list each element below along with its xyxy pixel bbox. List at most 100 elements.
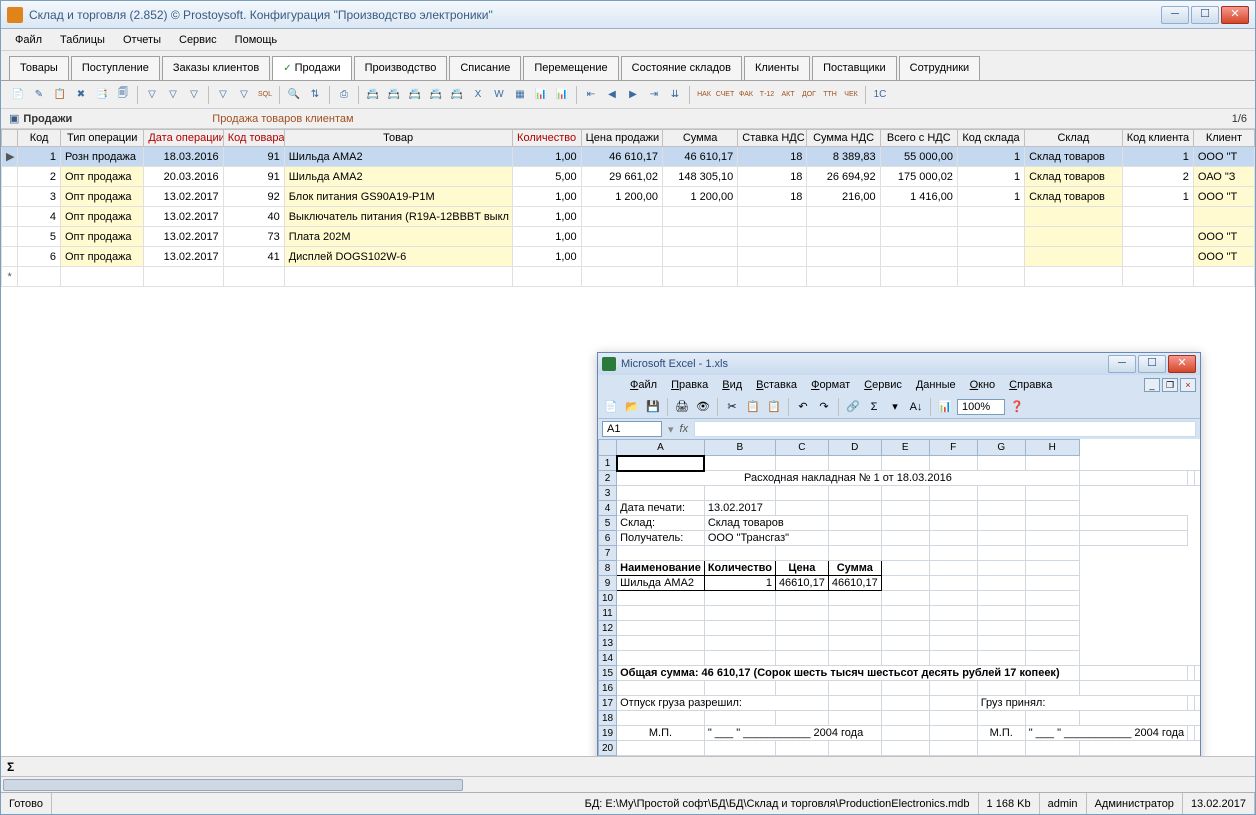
toolbar-🗐-icon[interactable]: 🗐 xyxy=(114,86,132,104)
menu-Таблицы[interactable]: Таблицы xyxy=(52,31,113,49)
close-button[interactable]: ✕ xyxy=(1221,6,1249,24)
excel-tool-💾-icon[interactable]: 💾 xyxy=(644,398,662,416)
col-Склад[interactable]: Склад xyxy=(1025,130,1123,147)
toolbar-📑-icon[interactable]: 📑 xyxy=(93,86,111,104)
toolbar-X-icon[interactable]: X xyxy=(469,86,487,104)
tab-Поставщики[interactable]: Поставщики xyxy=(812,56,897,80)
sales-grid[interactable]: КодТип операцииДата операцииКод товараТо… xyxy=(1,129,1255,287)
col-Ставка НДС[interactable]: Ставка НДС xyxy=(738,130,807,147)
excel-maximize-button[interactable]: ☐ xyxy=(1138,355,1166,373)
col-Клиент[interactable]: Клиент xyxy=(1193,130,1254,147)
excel-menu-Справка[interactable]: Справка xyxy=(1002,377,1059,393)
tab-Клиенты[interactable]: Клиенты xyxy=(744,56,810,80)
excel-menu-Правка[interactable]: Правка xyxy=(664,377,715,393)
excel-menu-Данные[interactable]: Данные xyxy=(909,377,963,393)
toolbar-⇥-icon[interactable]: ⇥ xyxy=(645,86,663,104)
tab-Продажи[interactable]: Продажи xyxy=(272,56,351,80)
excel-mdi-close[interactable]: × xyxy=(1180,378,1196,392)
toolbar-⇅-icon[interactable]: ⇅ xyxy=(306,86,324,104)
excel-zoom[interactable]: 100% xyxy=(957,399,1005,415)
toolbar-▽-icon[interactable]: ▽ xyxy=(143,86,161,104)
excel-menu-Сервис[interactable]: Сервис xyxy=(857,377,909,393)
excel-mdi-restore[interactable]: ❐ xyxy=(1162,378,1178,392)
expand-icon[interactable]: ▣ xyxy=(9,112,19,125)
col-Сумма НДС[interactable]: Сумма НДС xyxy=(807,130,880,147)
tab-Заказы клиентов[interactable]: Заказы клиентов xyxy=(162,56,270,80)
toolbar-ФАК-icon[interactable]: ФАК xyxy=(737,86,755,104)
excel-tool-📊-icon[interactable]: 📊 xyxy=(936,398,954,416)
table-row[interactable]: 3Опт продажа13.02.201792Блок питания GS9… xyxy=(2,187,1255,207)
col-mark[interactable] xyxy=(2,130,18,147)
col-Дата операции[interactable]: Дата операции xyxy=(144,130,223,147)
table-row[interactable]: ▶1Розн продажа18.03.201691Шильда AMA21,0… xyxy=(2,147,1255,167)
tab-Поступление[interactable]: Поступление xyxy=(71,56,160,80)
grid-scrollbar[interactable] xyxy=(1,776,1255,792)
col-Цена продажи[interactable]: Цена продажи xyxy=(581,130,662,147)
excel-tool-A↓-icon[interactable]: A↓ xyxy=(907,398,925,416)
tab-Производство[interactable]: Производство xyxy=(354,56,448,80)
toolbar-📋-icon[interactable]: 📋 xyxy=(51,86,69,104)
toolbar-ТТН-icon[interactable]: ТТН xyxy=(821,86,839,104)
toolbar-⇊-icon[interactable]: ⇊ xyxy=(666,86,684,104)
toolbar-SQL-icon[interactable]: SQL xyxy=(256,86,274,104)
tab-Списание[interactable]: Списание xyxy=(449,56,521,80)
excel-tool-📂-icon[interactable]: 📂 xyxy=(623,398,641,416)
menu-Файл[interactable]: Файл xyxy=(7,31,50,49)
toolbar-📄-icon[interactable]: 📄 xyxy=(9,86,27,104)
maximize-button[interactable]: ☐ xyxy=(1191,6,1219,24)
excel-menu-Окно[interactable]: Окно xyxy=(963,377,1003,393)
toolbar-▽-icon[interactable]: ▽ xyxy=(214,86,232,104)
toolbar-⇤-icon[interactable]: ⇤ xyxy=(582,86,600,104)
col-Сумма[interactable]: Сумма xyxy=(663,130,738,147)
toolbar-◀-icon[interactable]: ◀ xyxy=(603,86,621,104)
toolbar-▦-icon[interactable]: ▦ xyxy=(511,86,529,104)
toolbar-ЧЕК-icon[interactable]: ЧЕК xyxy=(842,86,860,104)
excel-menu-Вид[interactable]: Вид xyxy=(715,377,749,393)
toolbar-НАК-icon[interactable]: НАК xyxy=(695,86,713,104)
excel-tool-Σ-icon[interactable]: Σ xyxy=(865,398,883,416)
excel-tool-👁-icon[interactable]: 👁 xyxy=(694,398,712,416)
excel-tool-✂-icon[interactable]: ✂ xyxy=(723,398,741,416)
col-Тип операции[interactable]: Тип операции xyxy=(60,130,143,147)
col-Количество[interactable]: Количество xyxy=(512,130,581,147)
toolbar-✖-icon[interactable]: ✖ xyxy=(72,86,90,104)
minimize-button[interactable]: ─ xyxy=(1161,6,1189,24)
toolbar-1C-icon[interactable]: 1C xyxy=(871,86,889,104)
excel-tool-📄-icon[interactable]: 📄 xyxy=(602,398,620,416)
toolbar-✎-icon[interactable]: ✎ xyxy=(30,86,48,104)
excel-formula-input[interactable] xyxy=(694,421,1196,437)
excel-tool-📋-icon[interactable]: 📋 xyxy=(765,398,783,416)
excel-tool-↶-icon[interactable]: ↶ xyxy=(794,398,812,416)
excel-tool-▾-icon[interactable]: ▾ xyxy=(886,398,904,416)
toolbar-АКТ-icon[interactable]: АКТ xyxy=(779,86,797,104)
tab-Товары[interactable]: Товары xyxy=(9,56,69,80)
toolbar-⎙-icon[interactable]: ⎙ xyxy=(335,86,353,104)
col-Всего с НДС[interactable]: Всего с НДС xyxy=(880,130,957,147)
toolbar-ДОГ-icon[interactable]: ДОГ xyxy=(800,86,818,104)
toolbar-▽-icon[interactable]: ▽ xyxy=(235,86,253,104)
toolbar-🔍-icon[interactable]: 🔍 xyxy=(285,86,303,104)
excel-tool-↷-icon[interactable]: ↷ xyxy=(815,398,833,416)
excel-close-button[interactable]: ✕ xyxy=(1168,355,1196,373)
excel-doc-icon[interactable] xyxy=(606,379,618,391)
table-row[interactable]: * xyxy=(2,267,1255,287)
excel-mdi-min[interactable]: _ xyxy=(1144,378,1160,392)
col-Товар[interactable]: Товар xyxy=(284,130,512,147)
col-Код[interactable]: Код xyxy=(18,130,61,147)
menu-Сервис[interactable]: Сервис xyxy=(171,31,225,49)
col-Код товара[interactable]: Код товара xyxy=(223,130,284,147)
col-Код клиента[interactable]: Код клиента xyxy=(1122,130,1193,147)
excel-tool-📋-icon[interactable]: 📋 xyxy=(744,398,762,416)
toolbar-📇-icon[interactable]: 📇 xyxy=(364,86,382,104)
toolbar-📊-icon[interactable]: 📊 xyxy=(553,86,571,104)
excel-minimize-button[interactable]: ─ xyxy=(1108,355,1136,373)
toolbar-▽-icon[interactable]: ▽ xyxy=(185,86,203,104)
toolbar-▶-icon[interactable]: ▶ xyxy=(624,86,642,104)
table-row[interactable]: 5Опт продажа13.02.201773Плата 202M1,00ОО… xyxy=(2,227,1255,247)
fx-icon[interactable]: fx xyxy=(680,423,689,435)
excel-grid[interactable]: ABCDEFGH12Расходная накладная № 1 от 18.… xyxy=(598,439,1200,756)
col-Код склада[interactable]: Код склада xyxy=(957,130,1024,147)
toolbar-Т-12-icon[interactable]: Т-12 xyxy=(758,86,776,104)
excel-tool-🔗-icon[interactable]: 🔗 xyxy=(844,398,862,416)
tab-Перемещение[interactable]: Перемещение xyxy=(523,56,618,80)
